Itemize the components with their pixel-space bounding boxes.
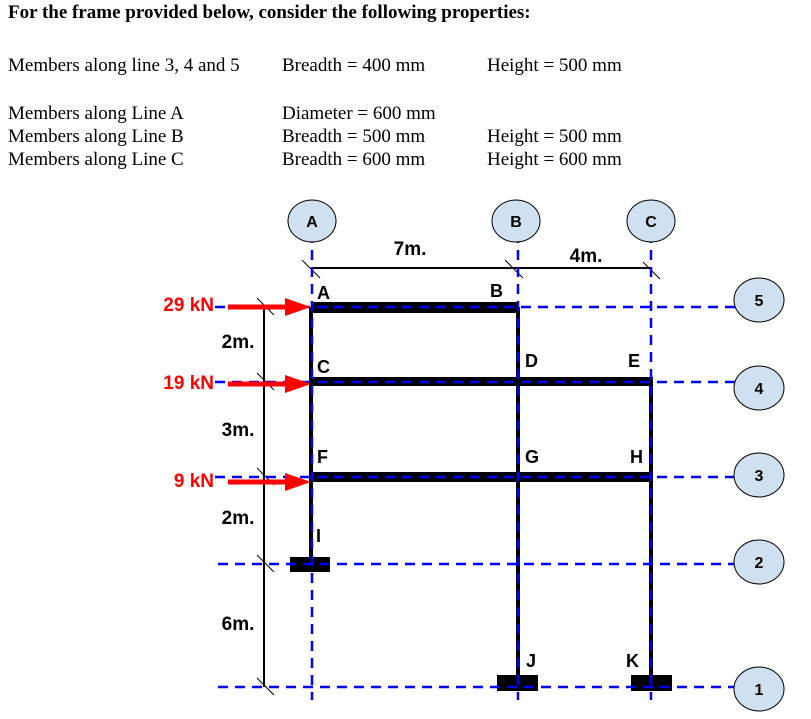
load-arrow-19kN	[228, 375, 311, 393]
node-label-G: G	[525, 447, 539, 467]
height-label-3m: 3m.	[222, 420, 255, 441]
grid-label-5: 5	[755, 293, 764, 310]
span-label-4m: 4m.	[570, 246, 603, 267]
grid-label-3: 3	[755, 468, 764, 485]
frame-diagram: A B C 5 4 3 2 1 29 kN 19 kN 9 kN 7m. 4m.…	[163, 199, 785, 712]
load-arrow-29kN	[228, 298, 311, 316]
grid-label-1: 1	[755, 682, 764, 699]
grid-label-B: B	[510, 214, 522, 231]
node-label-K: K	[626, 651, 639, 671]
node-label-D: D	[525, 351, 538, 371]
node-label-I: I	[316, 526, 321, 546]
grid-bubble-B: B	[491, 199, 541, 243]
grid-bubble-1: 1	[733, 666, 785, 712]
grid-bubble-3: 3	[733, 452, 785, 498]
beam-C-E	[312, 377, 651, 386]
load-label-29kN: 29 kN	[163, 295, 214, 316]
load-arrow-9kN	[228, 473, 311, 491]
grid-label-4: 4	[755, 381, 764, 398]
height-label-6m: 6m.	[222, 614, 255, 635]
node-label-J: J	[526, 651, 536, 671]
grid-bubble-4: 4	[733, 365, 785, 411]
node-label-C: C	[317, 357, 330, 377]
load-label-19kN: 19 kN	[163, 373, 214, 394]
beam-F-H	[312, 472, 651, 482]
height-label-2m-bottom: 2m.	[222, 508, 255, 529]
grid-bubble-C: C	[626, 199, 676, 243]
frame-members	[290, 302, 672, 691]
grid-label-C: C	[645, 214, 657, 231]
span-label-7m: 7m.	[394, 239, 427, 260]
node-label-F: F	[317, 447, 328, 467]
node-label-A: A	[317, 283, 330, 303]
height-label-2m-top: 2m.	[222, 332, 255, 353]
grid-label-2: 2	[755, 555, 764, 572]
node-label-E: E	[628, 351, 640, 371]
grid-label-A: A	[306, 214, 318, 231]
node-label-H: H	[630, 447, 643, 467]
node-label-B: B	[490, 281, 503, 301]
grid-bubble-2: 2	[733, 539, 785, 585]
grid-bubble-A: A	[287, 199, 337, 243]
grid-bubble-5: 5	[733, 277, 785, 323]
load-label-9kN: 9 kN	[174, 471, 214, 492]
